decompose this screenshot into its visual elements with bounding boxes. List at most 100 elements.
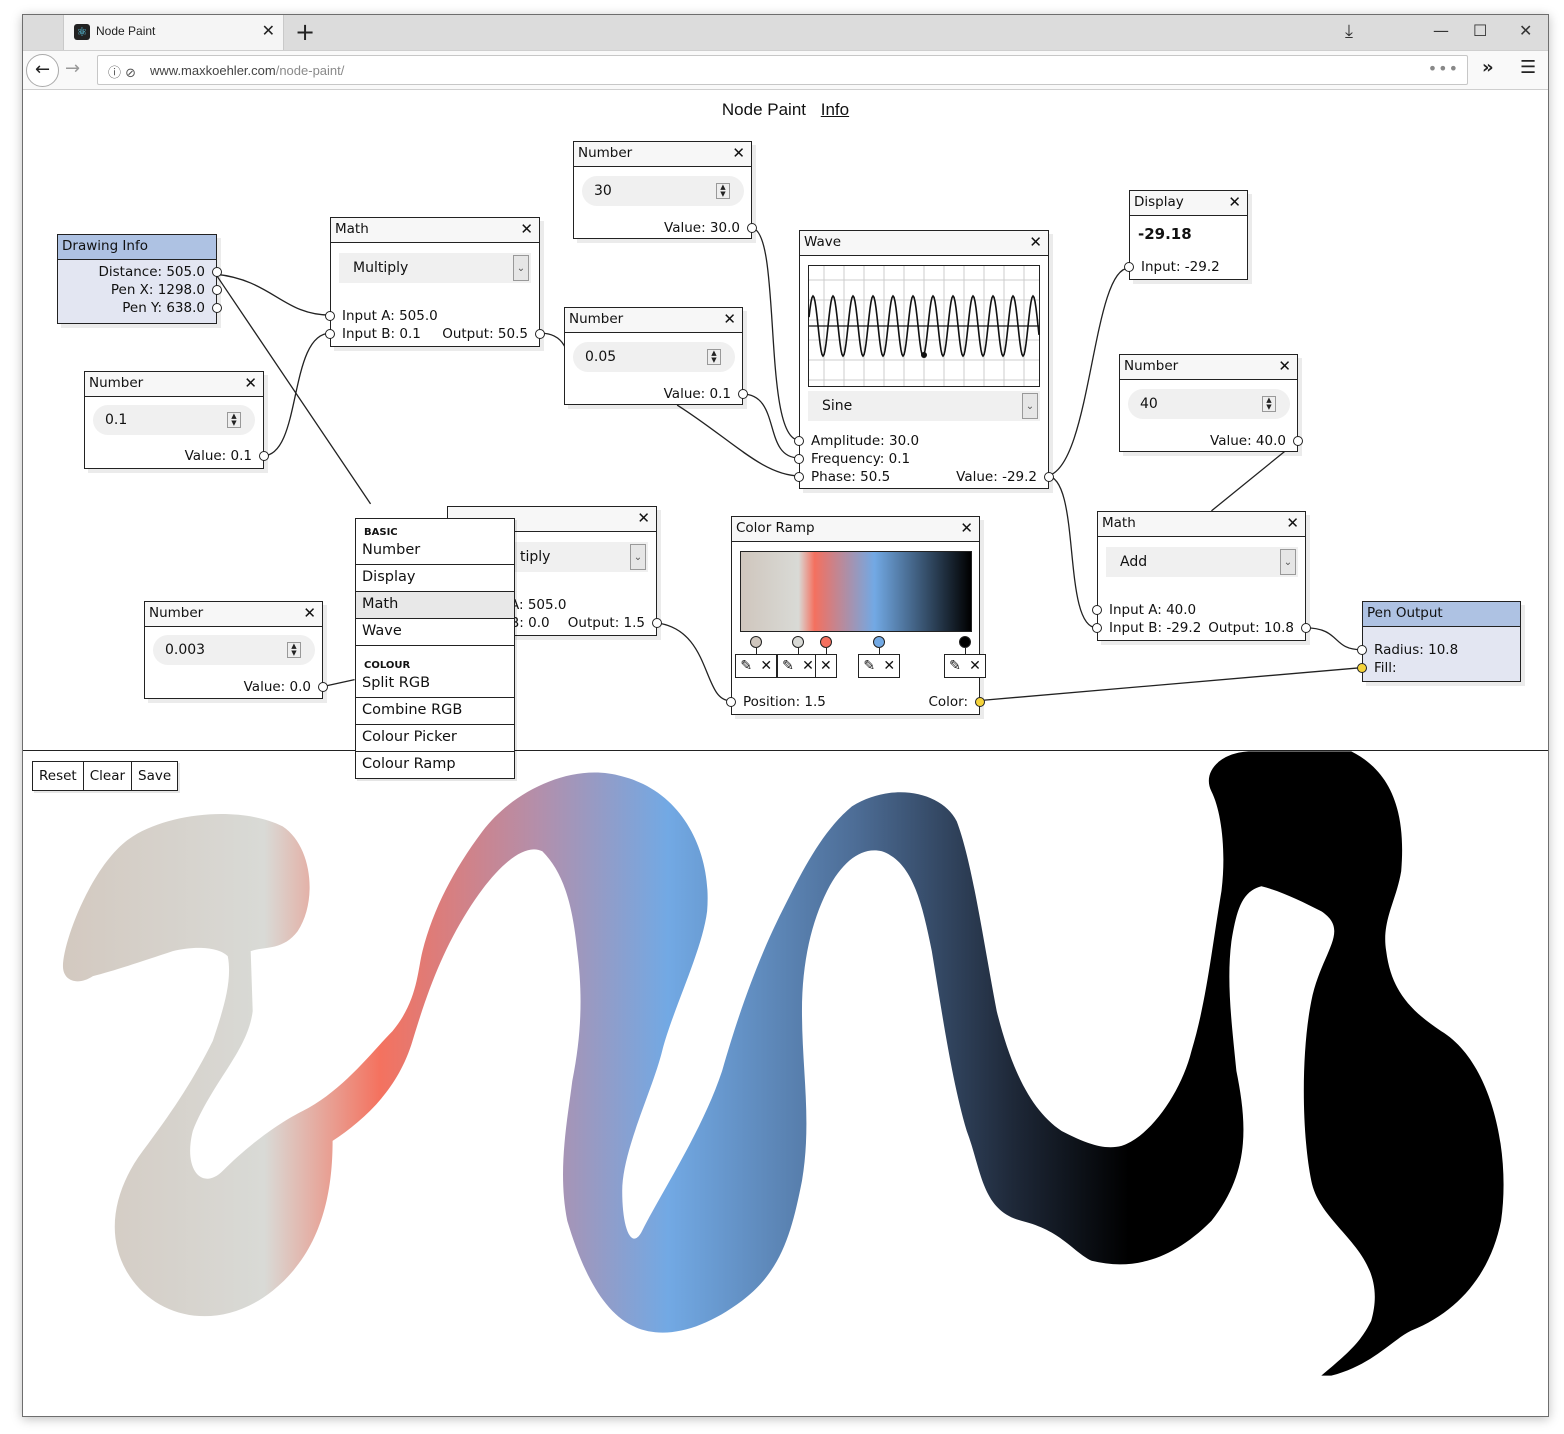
delete-stop-icon[interactable]: ✕ (883, 655, 895, 677)
minimize-button[interactable]: — (1433, 21, 1449, 40)
node-title[interactable]: Math ✕ (331, 218, 539, 243)
menu-item-number[interactable]: Number (356, 538, 514, 565)
close-icon[interactable]: ✕ (960, 519, 973, 537)
close-icon[interactable]: ✕ (732, 144, 745, 162)
pencil-icon[interactable]: ✎ (782, 655, 794, 677)
spinner-icon[interactable]: ▲ ▼ (227, 412, 241, 428)
input-port[interactable] (1092, 623, 1102, 633)
node-wave[interactable]: Wave ✕ Sine ⌄ Amplitude: 30.0 Frequency: 0… (794, 230, 1054, 489)
operation-select[interactable]: Multiply ⌄ (339, 253, 531, 283)
node-title[interactable]: Pen Output (1363, 602, 1520, 627)
number-input[interactable]: 40 ▲ ▼ (1128, 389, 1290, 419)
node-number[interactable]: Number ✕ 0.003 ▲ ▼ Value: 0.0 (144, 601, 328, 699)
tab-close-icon[interactable]: ✕ (262, 21, 275, 40)
delete-stop-icon[interactable]: ✕ (969, 655, 981, 677)
maximize-button[interactable]: ☐ (1473, 21, 1487, 40)
site-info-icon[interactable]: ⓘ ⊘ (108, 62, 136, 81)
menu-item-colour-ramp[interactable]: Colour Ramp (356, 752, 514, 778)
output-port[interactable] (212, 303, 222, 313)
number-input[interactable]: 0.05 ▲ ▼ (573, 342, 735, 372)
node-title[interactable]: Drawing Info (58, 235, 216, 260)
pencil-icon[interactable]: ✎ (949, 655, 961, 677)
input-port[interactable] (794, 454, 804, 464)
save-button[interactable]: Save (132, 762, 178, 790)
output-port[interactable] (1293, 436, 1303, 446)
node-title[interactable]: Wave ✕ (800, 231, 1048, 256)
number-input[interactable]: 30 ▲ ▼ (582, 176, 744, 206)
spinner-icon[interactable]: ▲ ▼ (707, 349, 721, 365)
color-stop-handle[interactable] (873, 636, 886, 648)
output-port[interactable] (652, 618, 662, 628)
input-port[interactable] (1092, 605, 1102, 615)
close-icon[interactable]: ✕ (723, 310, 736, 328)
menu-item-display[interactable]: Display (356, 565, 514, 592)
forward-button[interactable]: → (65, 58, 80, 79)
menu-item-math[interactable]: Math (356, 592, 514, 619)
spinner-icon[interactable]: ▲ ▼ (287, 642, 301, 658)
node-title[interactable]: Display ✕ (1130, 191, 1247, 216)
node-title[interactable]: Number ✕ (574, 142, 751, 167)
painting[interactable] (23, 751, 1548, 1417)
node-math-add[interactable]: Math ✕ Add ⌄ Input A: 40.0 Input B: -29.2 … (1092, 511, 1311, 641)
delete-stop-icon[interactable]: ✕ (802, 655, 814, 677)
node-number[interactable]: Number ✕ 30 ▲ ▼ Value: 30.0 (573, 141, 757, 239)
page-actions-icon[interactable]: ••• (1428, 59, 1459, 78)
node-number[interactable]: Number ✕ 0.1 ▲ ▼ Value: 0.1 (84, 371, 269, 469)
delete-stop-icon[interactable]: ✕ (760, 655, 772, 677)
close-window-button[interactable]: ✕ (1519, 21, 1532, 40)
node-display[interactable]: Display ✕ -29.18 Input: -29.2 (1124, 190, 1248, 280)
back-button[interactable]: ← (26, 54, 59, 87)
input-port[interactable] (794, 436, 804, 446)
close-icon[interactable]: ✕ (1029, 233, 1042, 251)
input-port[interactable] (1124, 262, 1134, 272)
node-title[interactable]: Number ✕ (145, 602, 322, 627)
node-title[interactable]: Number ✕ (1120, 355, 1297, 380)
input-port[interactable] (325, 329, 335, 339)
node-color-ramp[interactable]: Color Ramp ✕ ✎ ✕ ✎ ✕ ✕ ✎ ✕ ✎ ✕ Position: 1.5 Colo… (726, 516, 987, 715)
color-stop-handle[interactable] (819, 636, 832, 648)
input-port[interactable] (726, 697, 736, 707)
close-icon[interactable]: ✕ (244, 374, 257, 392)
spinner-icon[interactable]: ▲ ▼ (716, 183, 730, 199)
output-port[interactable] (259, 451, 269, 461)
node-title[interactable]: Math ✕ (1098, 512, 1305, 537)
color-stop-handle[interactable] (792, 636, 804, 648)
number-input[interactable]: 0.1 ▲ ▼ (93, 405, 255, 435)
overflow-icon[interactable]: » (1482, 57, 1494, 78)
output-port[interactable] (212, 285, 222, 295)
url-bar[interactable]: ⓘ ⊘ www.maxkoehler.com/node-paint/ ••• (97, 55, 1468, 85)
output-port[interactable] (535, 329, 545, 339)
wave-type-select[interactable]: Sine ⌄ (808, 391, 1040, 421)
delete-stop-icon[interactable]: ✕ (820, 655, 832, 677)
menu-item-combine-rgb[interactable]: Combine RGB (356, 698, 514, 725)
number-input[interactable]: 0.003 ▲ ▼ (153, 635, 315, 665)
input-port[interactable] (1357, 645, 1367, 655)
output-port[interactable] (975, 697, 985, 707)
info-link[interactable]: Info (821, 100, 849, 119)
node-number[interactable]: Number ✕ 0.05 ▲ ▼ Value: 0.1 (564, 307, 748, 405)
node-drawing-info[interactable]: Drawing Info Distance: 505.0 Pen X: 1298… (57, 234, 222, 324)
clear-button[interactable]: Clear (83, 762, 133, 790)
close-icon[interactable]: ✕ (1286, 514, 1299, 532)
color-stop-handle[interactable] (959, 636, 972, 648)
reset-button[interactable]: Reset (33, 762, 84, 790)
spinner-icon[interactable]: ▲ ▼ (1262, 396, 1276, 412)
operation-select[interactable]: Add ⌄ (1106, 547, 1298, 577)
node-math-multiply[interactable]: Math ✕ Multiply ⌄ Input A: 505.0 Input B: … (325, 217, 545, 347)
pencil-icon[interactable]: ✎ (740, 655, 752, 677)
tracking-protection-icon[interactable]: ⊘ (125, 66, 136, 81)
menu-item-split-rgb[interactable]: Split RGB (356, 671, 514, 698)
pencil-icon[interactable]: ✎ (863, 655, 875, 677)
input-port[interactable] (325, 311, 335, 321)
node-pen-output[interactable]: Pen Output Radius: 10.8 Fill: (1357, 601, 1521, 682)
input-port[interactable] (794, 472, 804, 482)
close-icon[interactable]: ✕ (637, 509, 650, 527)
output-port[interactable] (212, 267, 222, 277)
output-port[interactable] (738, 389, 748, 399)
input-port[interactable] (1357, 663, 1367, 673)
close-icon[interactable]: ✕ (1228, 193, 1241, 211)
node-title[interactable]: Number ✕ (565, 308, 742, 333)
output-port[interactable] (1044, 472, 1054, 482)
output-port[interactable] (318, 682, 328, 692)
download-icon[interactable]: ⤓ (1345, 21, 1353, 42)
